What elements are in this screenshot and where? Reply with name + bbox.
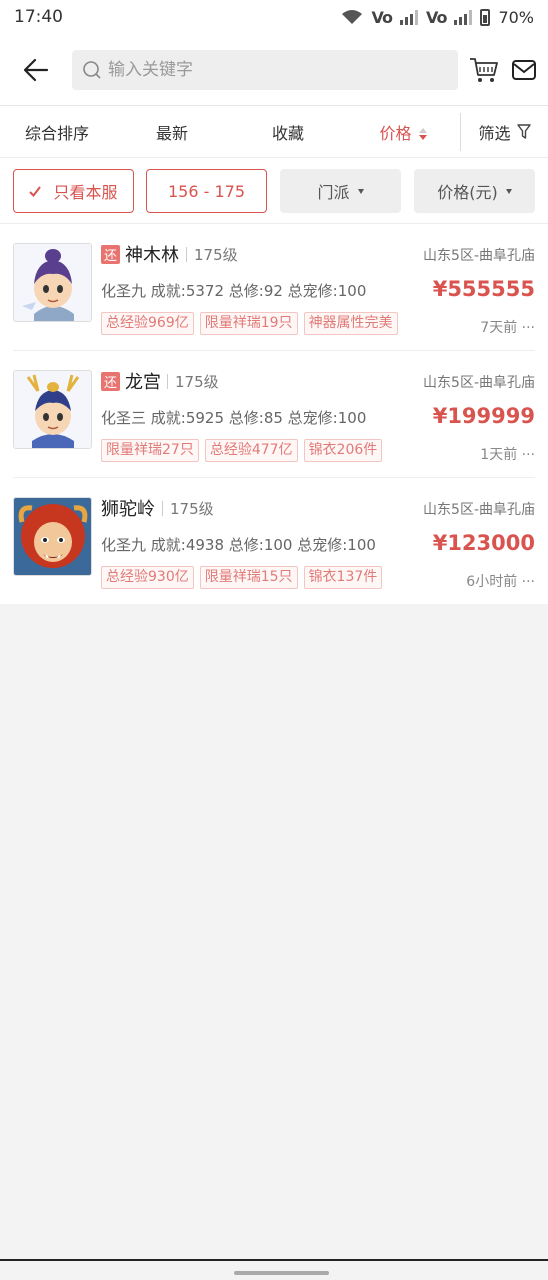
character-class: 狮驼岭 xyxy=(101,499,155,520)
search-icon xyxy=(83,60,101,79)
character-level: 175级 xyxy=(194,246,238,264)
mail-icon xyxy=(512,59,536,80)
search-box[interactable] xyxy=(72,49,458,90)
header xyxy=(0,34,548,106)
feature-tag: 锦衣137件 xyxy=(303,566,383,589)
feature-tags: 限量祥瑞27只 总经验477亿 锦衣206件 xyxy=(101,439,383,462)
listing-item[interactable]: 还 龙宫 175级 山东5区-曲阜孔庙 化圣三 成就:5925 总修:85 总宠… xyxy=(0,351,548,477)
feature-tags: 总经验969亿 限量祥瑞19只 神器属性完美 xyxy=(101,312,398,335)
listing-price: ¥555555 xyxy=(432,277,535,301)
battery-icon xyxy=(480,8,491,26)
message-button[interactable] xyxy=(506,52,542,88)
divider xyxy=(167,374,168,389)
level-range-button[interactable]: 156 - 175 xyxy=(146,169,267,213)
level-range-label: 156 - 175 xyxy=(167,181,246,201)
home-indicator[interactable] xyxy=(234,1271,329,1275)
feature-tags: 总经验930亿 限量祥瑞15只 锦衣137件 xyxy=(101,566,383,589)
feature-tag: 限量祥瑞19只 xyxy=(199,312,298,335)
search-input[interactable] xyxy=(108,59,448,80)
feature-tag: 锦衣206件 xyxy=(303,439,383,462)
listing-price: ¥199999 xyxy=(432,404,535,428)
signal-icon-2 xyxy=(454,9,473,25)
status-time: 17:40 xyxy=(14,7,63,27)
server-name: 山东5区-曲阜孔庙 xyxy=(423,248,535,264)
caret-down-icon xyxy=(505,188,512,194)
listing-price: ¥123000 xyxy=(432,531,535,555)
feature-tag: 总经验969亿 xyxy=(101,312,194,335)
returned-badge: 还 xyxy=(101,372,120,391)
volte-badge-2: Vo xyxy=(425,7,447,27)
battery-level: 70% xyxy=(498,7,534,27)
sort-newest[interactable]: 最新 xyxy=(114,120,230,144)
character-level: 175级 xyxy=(175,373,219,391)
server-name: 山东5区-曲阜孔庙 xyxy=(423,502,535,518)
check-icon xyxy=(29,185,42,197)
filter-button[interactable]: 筛选 xyxy=(461,120,548,144)
sect-label: 门派 xyxy=(317,183,350,202)
server-name: 山东5区-曲阜孔庙 xyxy=(423,375,535,391)
listing-item[interactable]: 狮驼岭 175级 山东5区-曲阜孔庙 化圣九 成就:4938 总修:100 总宠… xyxy=(0,478,548,604)
cart-button[interactable] xyxy=(466,52,502,88)
caret-down-icon xyxy=(357,188,364,194)
character-stats: 化圣九 成就:5372 总修:92 总宠修:100 xyxy=(101,282,367,300)
back-arrow-icon xyxy=(23,58,49,81)
character-avatar xyxy=(13,243,92,322)
status-bar: 17:40 Vo Vo 70% xyxy=(0,0,548,34)
sort-price[interactable]: 价格 xyxy=(346,120,460,144)
feature-tag: 神器属性完美 xyxy=(303,312,398,335)
feature-tag: 总经验930亿 xyxy=(101,566,194,589)
feature-tag: 限量祥瑞15只 xyxy=(199,566,298,589)
character-class: 神木林 xyxy=(125,245,179,266)
character-stats: 化圣三 成就:5925 总修:85 总宠修:100 xyxy=(101,409,367,427)
character-class: 龙宫 xyxy=(125,372,161,393)
back-button[interactable] xyxy=(0,34,72,106)
character-stats: 化圣九 成就:4938 总修:100 总宠修:100 xyxy=(101,536,376,554)
listing-time: 7天前 ··· xyxy=(480,320,535,336)
signal-icon xyxy=(399,9,418,25)
divider xyxy=(0,1259,548,1261)
price-filter-label: 价格(元) xyxy=(437,183,498,202)
listing-list: 还 神木林 175级 山东5区-曲阜孔庙 化圣九 成就:5372 总修:92 总… xyxy=(0,224,548,604)
sort-price-label: 价格 xyxy=(379,123,412,143)
sort-comprehensive[interactable]: 综合排序 xyxy=(0,120,114,144)
cart-icon xyxy=(470,57,498,82)
wifi-icon xyxy=(342,10,363,24)
only-this-server-toggle[interactable]: 只看本服 xyxy=(13,169,134,213)
volte-badge: Vo xyxy=(371,7,392,27)
character-avatar xyxy=(13,497,92,576)
funnel-icon xyxy=(516,124,531,139)
filter-row: 只看本服 156 - 175 门派 价格(元) xyxy=(0,158,548,224)
filter-label: 筛选 xyxy=(478,123,511,143)
character-level: 175级 xyxy=(170,500,214,518)
only-this-server-label: 只看本服 xyxy=(53,183,118,202)
character-avatar xyxy=(13,370,92,449)
listing-time: 6小时前 ··· xyxy=(466,574,535,590)
feature-tag: 限量祥瑞27只 xyxy=(101,439,199,462)
feature-tag: 总经验477亿 xyxy=(204,439,298,462)
sort-arrows-icon xyxy=(418,128,427,140)
sort-bar: 综合排序 最新 收藏 价格 筛选 xyxy=(0,106,548,158)
divider xyxy=(162,501,163,516)
listing-item[interactable]: 还 神木林 175级 山东5区-曲阜孔庙 化圣九 成就:5372 总修:92 总… xyxy=(0,224,548,350)
sort-favorites[interactable]: 收藏 xyxy=(230,120,346,144)
price-dropdown[interactable]: 价格(元) xyxy=(414,169,535,213)
listing-time: 1天前 ··· xyxy=(480,447,535,463)
divider xyxy=(186,247,187,262)
sect-dropdown[interactable]: 门派 xyxy=(280,169,401,213)
returned-badge: 还 xyxy=(101,245,120,264)
